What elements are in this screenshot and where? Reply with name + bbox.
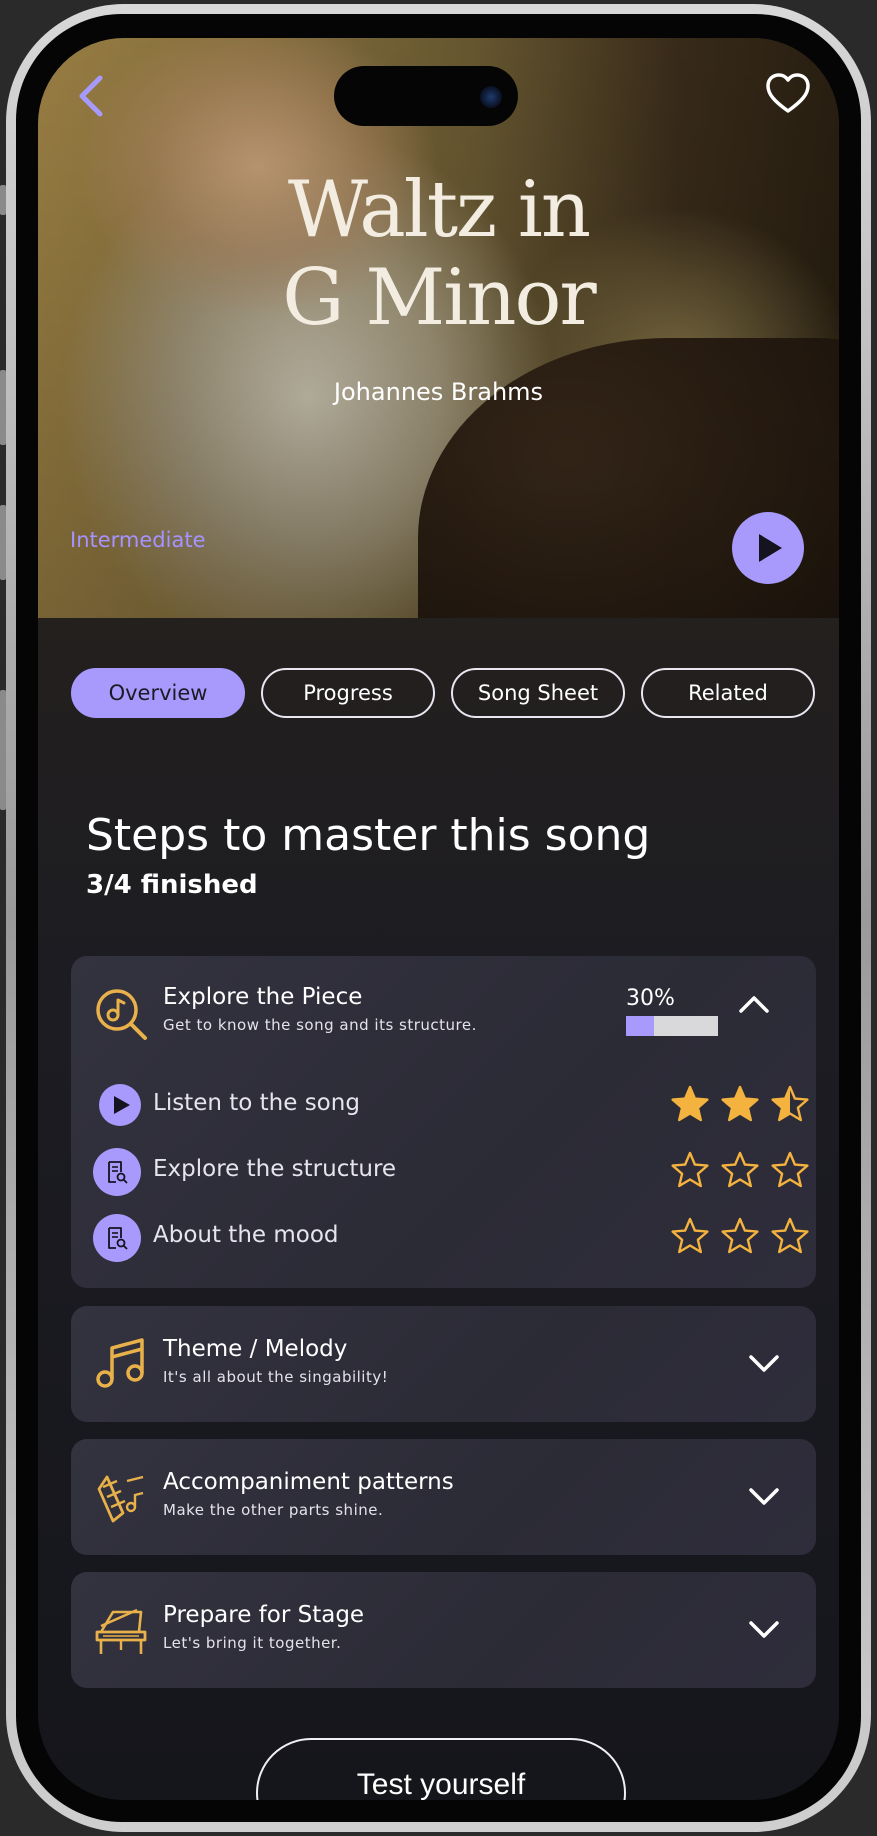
accompaniment-icon (97, 1475, 144, 1523)
card-description: Get to know the song and its structure. (163, 1016, 477, 1034)
steps-title: Steps to master this song (86, 810, 651, 861)
chevron-left-icon[interactable] (72, 72, 112, 120)
dynamic-island (334, 66, 518, 126)
card-description: Let's bring it together. (163, 1634, 342, 1652)
chevron-up-icon[interactable] (738, 994, 770, 1014)
tab-song-sheet[interactable]: Song Sheet (451, 668, 625, 718)
card-title: Theme / Melody (163, 1336, 348, 1362)
star-empty-icon (671, 1217, 709, 1254)
card-description: Make the other parts shine. (163, 1501, 384, 1519)
song-title: Waltz in G Minor (38, 166, 839, 342)
chevron-down-icon[interactable] (748, 1620, 780, 1640)
piano-icon (95, 1608, 147, 1654)
progress-bar (626, 1016, 718, 1036)
step-card-theme-melody[interactable]: Theme / Melody It's all about the singab… (71, 1306, 816, 1422)
star-empty-icon (671, 1151, 709, 1188)
star-filled-icon (671, 1085, 709, 1122)
star-empty-icon (721, 1151, 759, 1188)
star-half-icon (771, 1085, 809, 1122)
tab-label: Overview (108, 681, 208, 705)
progress-percent: 30% (626, 986, 675, 1011)
step-label: About the mood (153, 1222, 339, 1248)
card-title: Accompaniment patterns (163, 1469, 454, 1495)
chevron-down-icon[interactable] (748, 1487, 780, 1507)
step-label: Listen to the song (153, 1090, 360, 1116)
step-icon (99, 1084, 141, 1126)
card-description: It's all about the singability! (163, 1368, 389, 1386)
progress-fill (626, 1016, 654, 1036)
chevron-down-icon[interactable] (748, 1354, 780, 1374)
document-search-icon (108, 1161, 128, 1184)
volume-up-button (0, 370, 6, 445)
step-card-accompaniment[interactable]: Accompaniment patterns Make the other pa… (71, 1439, 816, 1555)
tab-label: Related (688, 681, 768, 705)
star-rating (670, 1150, 810, 1190)
tab-label: Progress (303, 681, 393, 705)
step-label: Explore the structure (153, 1156, 397, 1182)
app-screen: Waltz in G Minor Johannes Brahms Interme… (38, 38, 839, 1800)
volume-button (0, 690, 6, 810)
camera-icon (480, 86, 502, 108)
play-button[interactable] (732, 512, 804, 584)
star-empty-icon (721, 1217, 759, 1254)
play-icon (114, 1096, 130, 1114)
test-yourself-button[interactable]: Test yourself (256, 1738, 626, 1800)
step-icon (93, 1214, 141, 1262)
action-button (0, 185, 6, 215)
card-title: Prepare for Stage (163, 1602, 365, 1628)
star-empty-icon (771, 1151, 809, 1188)
tab-progress[interactable]: Progress (261, 668, 435, 718)
heart-icon[interactable] (764, 70, 812, 118)
step-icon (93, 1148, 141, 1196)
tab-related[interactable]: Related (641, 668, 815, 718)
star-rating (670, 1216, 810, 1256)
step-card-explore[interactable]: Explore the Piece Get to know the song a… (71, 956, 816, 1288)
document-search-icon (108, 1227, 128, 1250)
star-rating (670, 1084, 810, 1124)
play-icon (759, 534, 782, 562)
composer-name: Johannes Brahms (333, 378, 544, 406)
tab-overview[interactable]: Overview (71, 668, 245, 718)
music-search-icon (96, 989, 147, 1040)
music-notes-icon (96, 1338, 144, 1388)
star-empty-icon (771, 1217, 809, 1254)
step-structure[interactable]: Explore the structure (93, 1146, 809, 1196)
tab-bar: Overview Progress Song Sheet Related (71, 668, 816, 718)
step-card-prepare-stage[interactable]: Prepare for Stage Let's bring it togethe… (71, 1572, 816, 1688)
volume-down-button (0, 505, 6, 580)
steps-progress: 3/4 finished (86, 870, 258, 900)
step-listen[interactable]: Listen to the song (93, 1080, 809, 1130)
star-filled-icon (721, 1085, 759, 1122)
difficulty-level: Intermediate (70, 528, 206, 552)
song-title-line1: Waltz in (287, 165, 591, 255)
card-title: Explore the Piece (163, 984, 363, 1010)
tab-label: Song Sheet (477, 681, 599, 705)
test-yourself-label: Test yourself (356, 1768, 526, 1800)
song-title-line2: G Minor (282, 253, 596, 343)
step-mood[interactable]: About the mood (93, 1212, 809, 1262)
